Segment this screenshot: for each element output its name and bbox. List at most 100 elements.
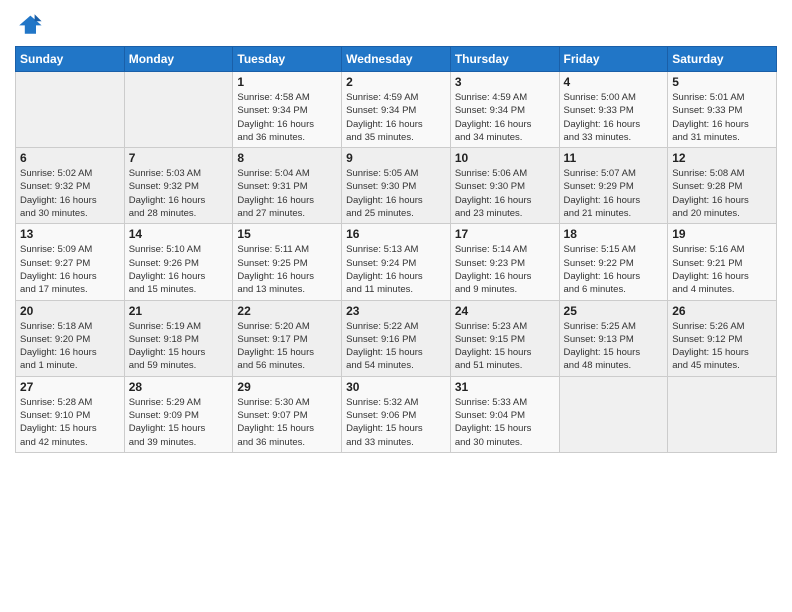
col-header-monday: Monday [124,47,233,72]
day-info: Sunrise: 4:59 AM Sunset: 9:34 PM Dayligh… [346,91,446,144]
day-info: Sunrise: 5:16 AM Sunset: 9:21 PM Dayligh… [672,243,772,296]
day-info: Sunrise: 5:33 AM Sunset: 9:04 PM Dayligh… [455,396,555,449]
day-number: 27 [20,380,120,394]
day-info: Sunrise: 5:04 AM Sunset: 9:31 PM Dayligh… [237,167,337,220]
day-number: 28 [129,380,229,394]
day-number: 22 [237,304,337,318]
calendar-cell: 31 Sunrise: 5:33 AM Sunset: 9:04 PM Dayli… [450,376,559,452]
calendar-cell: 22 Sunrise: 5:20 AM Sunset: 9:17 PM Dayli… [233,300,342,376]
page: SundayMondayTuesdayWednesdayThursdayFrid… [0,0,792,468]
week-row-2: 6 Sunrise: 5:02 AM Sunset: 9:32 PM Daylig… [16,148,777,224]
day-info: Sunrise: 5:08 AM Sunset: 9:28 PM Dayligh… [672,167,772,220]
day-number: 11 [564,151,664,165]
calendar-cell: 10 Sunrise: 5:06 AM Sunset: 9:30 PM Dayli… [450,148,559,224]
day-info: Sunrise: 5:07 AM Sunset: 9:29 PM Dayligh… [564,167,664,220]
day-number: 5 [672,75,772,89]
calendar-cell: 20Sunrise: 5:18 AM Sunset: 9:20 PM Dayli… [16,300,125,376]
day-info: Sunrise: 5:00 AM Sunset: 9:33 PM Dayligh… [564,91,664,144]
day-info: Sunrise: 5:11 AM Sunset: 9:25 PM Dayligh… [237,243,337,296]
day-number: 15 [237,227,337,241]
day-info: Sunrise: 5:19 AM Sunset: 9:18 PM Dayligh… [129,320,229,373]
calendar-cell: 2 Sunrise: 4:59 AM Sunset: 9:34 PM Daylig… [342,72,451,148]
day-number: 31 [455,380,555,394]
calendar-cell: 14 Sunrise: 5:10 AM Sunset: 9:26 PM Dayli… [124,224,233,300]
day-number: 25 [564,304,664,318]
day-info: Sunrise: 4:58 AM Sunset: 9:34 PM Dayligh… [237,91,337,144]
day-info: Sunrise: 5:02 AM Sunset: 9:32 PM Dayligh… [20,167,120,220]
col-header-wednesday: Wednesday [342,47,451,72]
week-row-5: 27Sunrise: 5:28 AM Sunset: 9:10 PM Dayli… [16,376,777,452]
calendar-cell: 11 Sunrise: 5:07 AM Sunset: 9:29 PM Dayli… [559,148,668,224]
day-number: 8 [237,151,337,165]
logo [15,10,47,38]
calendar-cell: 13 Sunrise: 5:09 AM Sunset: 9:27 PM Dayli… [16,224,125,300]
day-number: 2 [346,75,446,89]
day-number: 7 [129,151,229,165]
day-info: Sunrise: 5:26 AM Sunset: 9:12 PM Dayligh… [672,320,772,373]
day-info: Sunrise: 5:09 AM Sunset: 9:27 PM Dayligh… [20,243,120,296]
day-number: 19 [672,227,772,241]
day-number: 4 [564,75,664,89]
day-number: 17 [455,227,555,241]
col-header-saturday: Saturday [668,47,777,72]
day-info: Sunrise: 5:20 AM Sunset: 9:17 PM Dayligh… [237,320,337,373]
calendar-cell: 23 Sunrise: 5:22 AM Sunset: 9:16 PM Dayli… [342,300,451,376]
col-header-tuesday: Tuesday [233,47,342,72]
day-number: 1 [237,75,337,89]
calendar-cell: 25Sunrise: 5:25 AM Sunset: 9:13 PM Dayli… [559,300,668,376]
day-number: 16 [346,227,446,241]
col-header-thursday: Thursday [450,47,559,72]
calendar-cell: 3Sunrise: 4:59 AM Sunset: 9:34 PM Daylig… [450,72,559,148]
calendar-cell: 26 Sunrise: 5:26 AM Sunset: 9:12 PM Dayli… [668,300,777,376]
calendar-cell: 27Sunrise: 5:28 AM Sunset: 9:10 PM Dayli… [16,376,125,452]
col-header-sunday: Sunday [16,47,125,72]
calendar-table: SundayMondayTuesdayWednesdayThursdayFrid… [15,46,777,453]
calendar-cell: 1 Sunrise: 4:58 AM Sunset: 9:34 PM Daylig… [233,72,342,148]
day-info: Sunrise: 5:32 AM Sunset: 9:06 PM Dayligh… [346,396,446,449]
calendar-cell [16,72,125,148]
calendar-cell: 17 Sunrise: 5:14 AM Sunset: 9:23 PM Dayli… [450,224,559,300]
day-info: Sunrise: 5:23 AM Sunset: 9:15 PM Dayligh… [455,320,555,373]
day-number: 29 [237,380,337,394]
day-number: 14 [129,227,229,241]
day-number: 10 [455,151,555,165]
day-info: Sunrise: 5:15 AM Sunset: 9:22 PM Dayligh… [564,243,664,296]
calendar-cell [559,376,668,452]
calendar-cell: 30 Sunrise: 5:32 AM Sunset: 9:06 PM Dayli… [342,376,451,452]
day-info: Sunrise: 5:22 AM Sunset: 9:16 PM Dayligh… [346,320,446,373]
logo-icon [15,10,43,38]
day-info: Sunrise: 5:18 AM Sunset: 9:20 PM Dayligh… [20,320,120,373]
day-number: 3 [455,75,555,89]
day-number: 30 [346,380,446,394]
day-info: Sunrise: 5:30 AM Sunset: 9:07 PM Dayligh… [237,396,337,449]
calendar-cell: 12 Sunrise: 5:08 AM Sunset: 9:28 PM Dayli… [668,148,777,224]
day-number: 9 [346,151,446,165]
week-row-1: 1 Sunrise: 4:58 AM Sunset: 9:34 PM Daylig… [16,72,777,148]
calendar-cell: 21 Sunrise: 5:19 AM Sunset: 9:18 PM Dayli… [124,300,233,376]
calendar-cell: 7 Sunrise: 5:03 AM Sunset: 9:32 PM Daylig… [124,148,233,224]
calendar-cell: 24 Sunrise: 5:23 AM Sunset: 9:15 PM Dayli… [450,300,559,376]
day-number: 23 [346,304,446,318]
calendar-cell: 18Sunrise: 5:15 AM Sunset: 9:22 PM Dayli… [559,224,668,300]
day-info: Sunrise: 5:10 AM Sunset: 9:26 PM Dayligh… [129,243,229,296]
day-info: Sunrise: 5:06 AM Sunset: 9:30 PM Dayligh… [455,167,555,220]
week-row-4: 20Sunrise: 5:18 AM Sunset: 9:20 PM Dayli… [16,300,777,376]
day-number: 13 [20,227,120,241]
day-number: 6 [20,151,120,165]
calendar-cell: 28Sunrise: 5:29 AM Sunset: 9:09 PM Dayli… [124,376,233,452]
day-info: Sunrise: 5:13 AM Sunset: 9:24 PM Dayligh… [346,243,446,296]
header-row: SundayMondayTuesdayWednesdayThursdayFrid… [16,47,777,72]
day-number: 12 [672,151,772,165]
day-info: Sunrise: 5:14 AM Sunset: 9:23 PM Dayligh… [455,243,555,296]
calendar-cell: 9 Sunrise: 5:05 AM Sunset: 9:30 PM Daylig… [342,148,451,224]
calendar-cell: 8 Sunrise: 5:04 AM Sunset: 9:31 PM Daylig… [233,148,342,224]
day-number: 24 [455,304,555,318]
day-number: 21 [129,304,229,318]
header [15,10,777,38]
calendar-cell: 19 Sunrise: 5:16 AM Sunset: 9:21 PM Dayli… [668,224,777,300]
day-number: 26 [672,304,772,318]
week-row-3: 13 Sunrise: 5:09 AM Sunset: 9:27 PM Dayli… [16,224,777,300]
calendar-cell: 4 Sunrise: 5:00 AM Sunset: 9:33 PM Daylig… [559,72,668,148]
day-info: Sunrise: 5:05 AM Sunset: 9:30 PM Dayligh… [346,167,446,220]
day-info: Sunrise: 5:03 AM Sunset: 9:32 PM Dayligh… [129,167,229,220]
